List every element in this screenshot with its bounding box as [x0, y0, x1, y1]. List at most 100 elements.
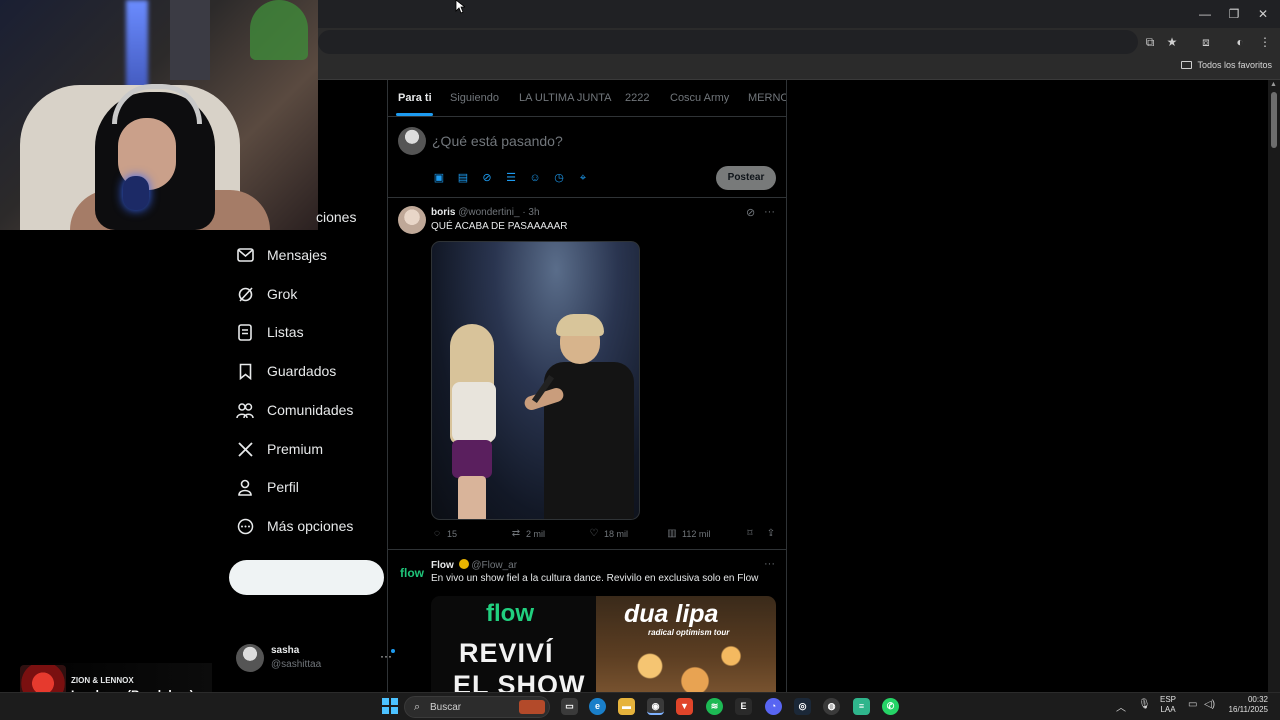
sidebar-item-listas[interactable]: Listas — [236, 317, 304, 347]
photo-man-hair — [556, 314, 604, 336]
sidebar-item-guardados[interactable]: Guardados — [236, 356, 336, 386]
notepad-icon[interactable]: ≡ — [853, 698, 870, 715]
steam-icon[interactable]: ◎ — [794, 698, 811, 715]
ad-title: dua lipa — [624, 600, 719, 628]
photo-woman-legs — [458, 476, 486, 519]
taskbar-clock[interactable]: 00:32 16/11/2025 — [1224, 695, 1268, 715]
tab-siguiendo[interactable]: Siguiendo — [450, 92, 499, 104]
tab-coscu-army[interactable]: Coscu Army — [670, 92, 729, 104]
more-circle-icon — [236, 517, 254, 535]
brave-icon[interactable]: ▼ — [676, 698, 693, 715]
image-icon[interactable]: ▣ — [432, 171, 446, 185]
account-handle: @sashittaa — [271, 659, 322, 670]
schedule-icon[interactable]: ◷ — [552, 171, 566, 185]
edge-icon[interactable]: e — [589, 698, 606, 715]
post-button[interactable] — [229, 560, 384, 595]
tab-mernos[interactable]: MERNOS — [748, 92, 786, 104]
task-view-icon[interactable]: ▭ — [561, 698, 578, 715]
gif-icon[interactable]: ▤ — [456, 171, 470, 185]
search-highlight-icon — [519, 700, 545, 714]
address-bar[interactable] — [318, 30, 1138, 54]
extensions-icon[interactable]: ⧈ — [1198, 34, 1214, 50]
epic-games-icon[interactable]: E — [735, 698, 752, 715]
ad-subtitle: radical optimism tour — [648, 628, 730, 637]
reply-button[interactable]: ◌ 15 — [431, 528, 457, 540]
minimize-button[interactable]: — — [1190, 6, 1220, 22]
feed-tabs: Para ti Siguiendo LA ULTIMA JUNTA 2222 C… — [388, 80, 786, 117]
poll-icon[interactable]: ☰ — [504, 171, 518, 185]
spotify-icon[interactable]: ≋ — [706, 698, 723, 715]
tweet-text: En vivo un show fiel a la cultura dance.… — [431, 573, 759, 584]
location-icon[interactable]: ⌖ — [576, 171, 590, 185]
more-icon[interactable]: ··· — [764, 558, 775, 570]
compose-input[interactable]: ¿Qué está pasando? — [432, 133, 563, 149]
tab-2222[interactable]: 2222 — [625, 92, 649, 104]
tab-para-ti[interactable]: Para ti — [398, 92, 432, 104]
browser-menu-icon[interactable]: ⋮ — [1257, 34, 1273, 50]
ad-image-right[interactable]: dua lipa radical optimism tour — [596, 596, 776, 692]
views-button[interactable]: ▥ 112 mil — [666, 528, 710, 540]
sidebar-item-label: Premium — [267, 441, 324, 457]
discord-icon[interactable]: ◔ — [765, 698, 782, 715]
page-scrollbar[interactable]: ▲ — [1268, 80, 1280, 692]
sidebar-item-premium[interactable]: Premium — [236, 434, 323, 464]
tweet[interactable]: flow Flow @Flow_ar ··· En vivo un show f… — [388, 550, 786, 692]
network-icon[interactable]: ▭ — [1188, 699, 1197, 710]
bookmark-star-icon[interactable]: ★ — [1164, 34, 1180, 50]
bookmark-icon: ⌑ — [747, 528, 753, 539]
file-explorer-icon[interactable]: ▬ — [618, 698, 635, 715]
microphone-icon[interactable]: 🎙 — [1138, 699, 1151, 710]
start-button[interactable] — [382, 698, 398, 714]
like-button[interactable]: ♡ 18 mil — [588, 528, 629, 540]
tweet-header: Flow @Flow_ar — [431, 559, 517, 571]
share-icon: ⇪ — [766, 528, 776, 539]
tweet-time[interactable]: · 3h — [522, 207, 539, 218]
sidebar-item-perfil[interactable]: Perfil — [236, 472, 299, 502]
sidebar-item-mensajes[interactable]: Mensajes — [236, 240, 327, 270]
tweet-actions: ◌ 15 ⇄ 2 mil ♡ 18 mil ▥ 112 mil ⌑ ⇪ — [431, 528, 776, 542]
tweet-photo[interactable] — [431, 241, 640, 520]
list-icon — [236, 323, 254, 341]
tweet-author-handle[interactable]: @Flow_ar — [471, 560, 517, 571]
sidebar-item-comunidades[interactable]: Comunidades — [236, 395, 353, 425]
share-button[interactable]: ⇪ — [765, 528, 777, 540]
tweet-author-handle[interactable]: @wondertini_ — [458, 207, 519, 218]
maximize-button[interactable]: ❐ — [1219, 6, 1249, 22]
taskbar-search[interactable]: ⌕ Buscar — [404, 696, 550, 718]
tray-chevron-icon[interactable]: ︿ — [1116, 699, 1126, 714]
person-icon — [236, 478, 254, 496]
ad-headline-1: REVIVÍ — [459, 638, 554, 668]
repost-button[interactable]: ⇄ 2 mil — [510, 528, 545, 540]
all-bookmarks-folder[interactable]: Todos los favoritos — [1181, 60, 1272, 70]
whatsapp-icon[interactable]: ✆ — [882, 698, 899, 715]
language-indicator[interactable]: ESP LAA — [1160, 695, 1176, 715]
account-switcher[interactable]: sasha @sashittaa ··· — [236, 643, 395, 675]
bookmark-button[interactable]: ⌑ — [744, 528, 756, 540]
avatar[interactable]: flow — [400, 566, 424, 580]
close-button[interactable]: ✕ — [1248, 6, 1278, 22]
tweet-text: QUÉ ACABA DE PASAAAAAR — [431, 221, 568, 232]
tweet-author-name[interactable]: Flow — [431, 560, 454, 571]
scroll-up-icon[interactable]: ▲ — [1270, 81, 1277, 88]
like-count: 18 mil — [604, 529, 629, 539]
avatar[interactable] — [398, 206, 426, 234]
grok-icon[interactable]: ⊘ — [480, 171, 494, 185]
ad-image-left[interactable]: flow REVIVÍ EL SHOW — [431, 596, 596, 692]
sidebar-item-mas-opciones[interactable]: Más opciones — [236, 511, 353, 541]
scroll-thumb[interactable] — [1271, 92, 1277, 148]
more-icon[interactable]: ··· — [764, 206, 775, 218]
chrome-icon[interactable]: ◉ — [647, 698, 664, 715]
sidebar-item-grok[interactable]: Grok — [236, 279, 297, 309]
tab-la-ultima-junta[interactable]: LA ULTIMA JUNTA — [519, 92, 612, 104]
photo-woman-top — [452, 382, 496, 442]
profile-icon[interactable]: ◐ — [1232, 34, 1248, 50]
tweet[interactable]: boris @wondertini_ · 3h ⊘ ··· QUÉ ACABA … — [388, 198, 786, 550]
volume-icon[interactable]: ◁) — [1204, 699, 1215, 710]
tweet-author-name[interactable]: boris — [431, 207, 455, 218]
repost-icon: ⇄ — [511, 528, 521, 539]
install-app-icon[interactable]: ⧉ — [1142, 34, 1158, 50]
obs-icon[interactable]: ◍ — [823, 698, 840, 715]
compose-post-button[interactable]: Postear — [716, 166, 776, 190]
emoji-icon[interactable]: ☺ — [528, 171, 542, 185]
grok-icon[interactable]: ⊘ — [746, 206, 755, 219]
